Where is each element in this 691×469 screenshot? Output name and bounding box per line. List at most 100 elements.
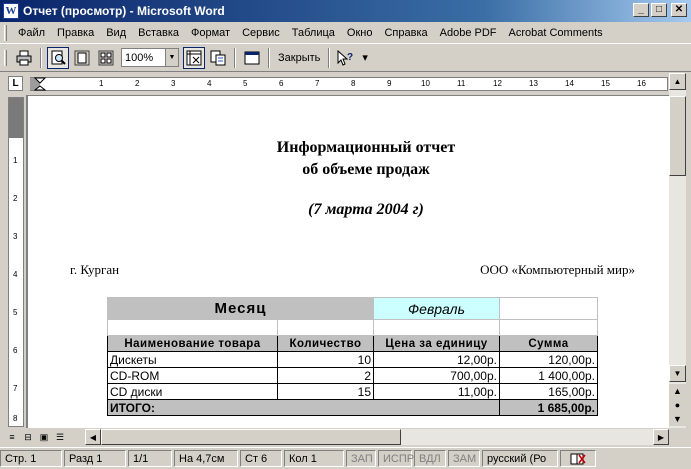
toolbar-separator (40, 47, 42, 68)
total-row: ИТОГО: 1 685,00р. (107, 399, 598, 416)
one-page-button[interactable] (71, 47, 93, 69)
word-app-icon[interactable]: W (3, 3, 19, 19)
scroll-left-arrow-icon[interactable]: ◀ (85, 429, 101, 445)
status-extend-selection[interactable]: ВДЛ (414, 450, 446, 467)
tab-stop-selector[interactable]: L (8, 76, 23, 91)
zoom-value: 100% (125, 51, 154, 64)
ruler-tick: 10 (421, 79, 430, 88)
report-title: Информационный отчет об объеме продаж (228, 137, 504, 181)
outline-view-icon[interactable]: ☰ (54, 431, 66, 443)
previous-page-icon[interactable]: ▲ (669, 384, 686, 398)
full-screen-button[interactable] (241, 47, 263, 69)
context-help-button[interactable]: ? (335, 47, 357, 69)
multiple-pages-button[interactable] (95, 47, 117, 69)
scroll-up-arrow-icon[interactable]: ▲ (669, 73, 686, 90)
menu-window[interactable]: Окно (341, 27, 379, 39)
empty-cell (499, 319, 598, 336)
print-button[interactable] (13, 47, 35, 69)
shrink-to-fit-button[interactable] (207, 47, 229, 69)
empty-cell (373, 319, 500, 336)
menu-edit[interactable]: Правка (51, 27, 100, 39)
toolbar-separator (234, 47, 236, 68)
cell-qty: 10 (277, 351, 374, 368)
select-browse-object-icon[interactable]: ● (669, 398, 686, 412)
vruler-tick: 7 (13, 384, 18, 393)
toolbar-grip-handle[interactable] (4, 49, 7, 66)
menu-file[interactable]: Файл (12, 27, 51, 39)
cell-price: 700,00р. (373, 367, 500, 384)
status-position: На 4,7см (174, 450, 238, 467)
spelling-status-button[interactable] (560, 450, 596, 467)
vertical-ruler[interactable] (8, 97, 24, 427)
menu-table[interactable]: Таблица (286, 27, 341, 39)
close-preview-button[interactable]: Закрыть (274, 52, 324, 64)
vruler-tick: 1 (13, 156, 18, 165)
ruler-tick: 2 (135, 79, 140, 88)
full-screen-icon (244, 51, 260, 64)
web-layout-icon[interactable]: ⊟ (22, 431, 34, 443)
status-page: Стр. 1 (0, 450, 62, 467)
magnifier-icon (51, 50, 66, 65)
horizontal-scroll-thumb[interactable] (101, 429, 401, 445)
column-header-qty: Количество (277, 335, 374, 352)
menu-bar: Файл Правка Вид Вставка Формат Сервис Та… (0, 22, 691, 44)
minimize-button[interactable]: _ (633, 3, 649, 17)
vruler-tick: 3 (13, 232, 18, 241)
next-page-icon[interactable]: ▼ (669, 412, 686, 426)
status-overtype[interactable]: ЗАМ (448, 450, 480, 467)
vertical-scroll-thumb[interactable] (669, 96, 686, 176)
help-icon: ? (337, 49, 353, 66)
chevron-down-icon[interactable]: ▼ (165, 49, 178, 66)
printer-icon (16, 50, 32, 65)
ruler-tick: 3 (171, 79, 176, 88)
menu-help[interactable]: Справка (378, 27, 433, 39)
table-row: CD-ROM 2 700,00р. 1 400,00р. (107, 367, 598, 384)
cell-qty: 2 (277, 367, 374, 384)
print-layout-icon[interactable]: ▣ (38, 431, 50, 443)
menu-insert[interactable]: Вставка (132, 27, 185, 39)
status-bar: Стр. 1 Разд 1 1/1 На 4,7см Ст 6 Кол 1 ЗА… (0, 447, 691, 469)
ruler-tick: 4 (207, 79, 212, 88)
ruler-tick: 9 (387, 79, 392, 88)
status-record-macro[interactable]: ЗАП (346, 450, 376, 467)
close-button[interactable]: ✕ (671, 3, 687, 17)
month-label-cell: Месяц (107, 297, 374, 320)
table-row: Дискеты 10 12,00р. 120,00р. (107, 351, 598, 368)
normal-view-icon[interactable]: ≡ (6, 431, 18, 443)
view-ruler-button[interactable] (183, 46, 205, 69)
magnifier-button[interactable] (47, 46, 69, 69)
menu-adobe-pdf[interactable]: Adobe PDF (434, 27, 503, 39)
status-track-changes[interactable]: ИСПР (378, 450, 414, 467)
total-value: 1 685,00р. (499, 399, 598, 416)
menu-tools[interactable]: Сервис (236, 27, 286, 39)
ruler-tick: 6 (279, 79, 284, 88)
maximize-button[interactable]: □ (651, 3, 667, 17)
status-pages: 1/1 (128, 450, 172, 467)
zoom-select[interactable]: 100% ▼ (121, 48, 179, 67)
menu-view[interactable]: Вид (100, 27, 132, 39)
title-bar: W Отчет (просмотр) - Microsoft Word _ □ … (0, 0, 691, 22)
menubar-grip-handle[interactable] (4, 24, 7, 41)
indent-marker-icon[interactable] (34, 77, 46, 93)
cell-sum: 1 400,00р. (499, 367, 598, 384)
sales-table: Месяц Февраль Наименование товара Количе… (107, 297, 598, 416)
ruler-tick: 13 (529, 79, 538, 88)
cell-sum: 165,00р. (499, 383, 598, 400)
ruler-tick: 12 (493, 79, 502, 88)
scroll-right-arrow-icon[interactable]: ▶ (653, 429, 669, 445)
menu-format[interactable]: Формат (185, 27, 236, 39)
shrink-to-fit-icon (210, 50, 226, 65)
column-header-name: Наименование товара (107, 335, 278, 352)
scroll-down-arrow-icon[interactable]: ▼ (669, 365, 686, 382)
ruler-tick: 15 (601, 79, 610, 88)
status-section: Разд 1 (64, 450, 126, 467)
ruler-tick: 16 (637, 79, 646, 88)
report-title-line2: об объеме продаж (302, 161, 430, 178)
toolbar-separator (328, 47, 331, 68)
vruler-tick: 2 (13, 194, 18, 203)
status-language[interactable]: русский (Ро (482, 450, 558, 467)
vruler-tick: 5 (13, 308, 18, 317)
toolbar-options-chevron-icon[interactable]: ▾ (358, 51, 372, 64)
horizontal-ruler[interactable]: 1 2 3 4 5 6 7 8 9 10 11 12 13 14 15 16 (30, 77, 668, 91)
menu-acrobat-comments[interactable]: Acrobat Comments (503, 27, 609, 39)
